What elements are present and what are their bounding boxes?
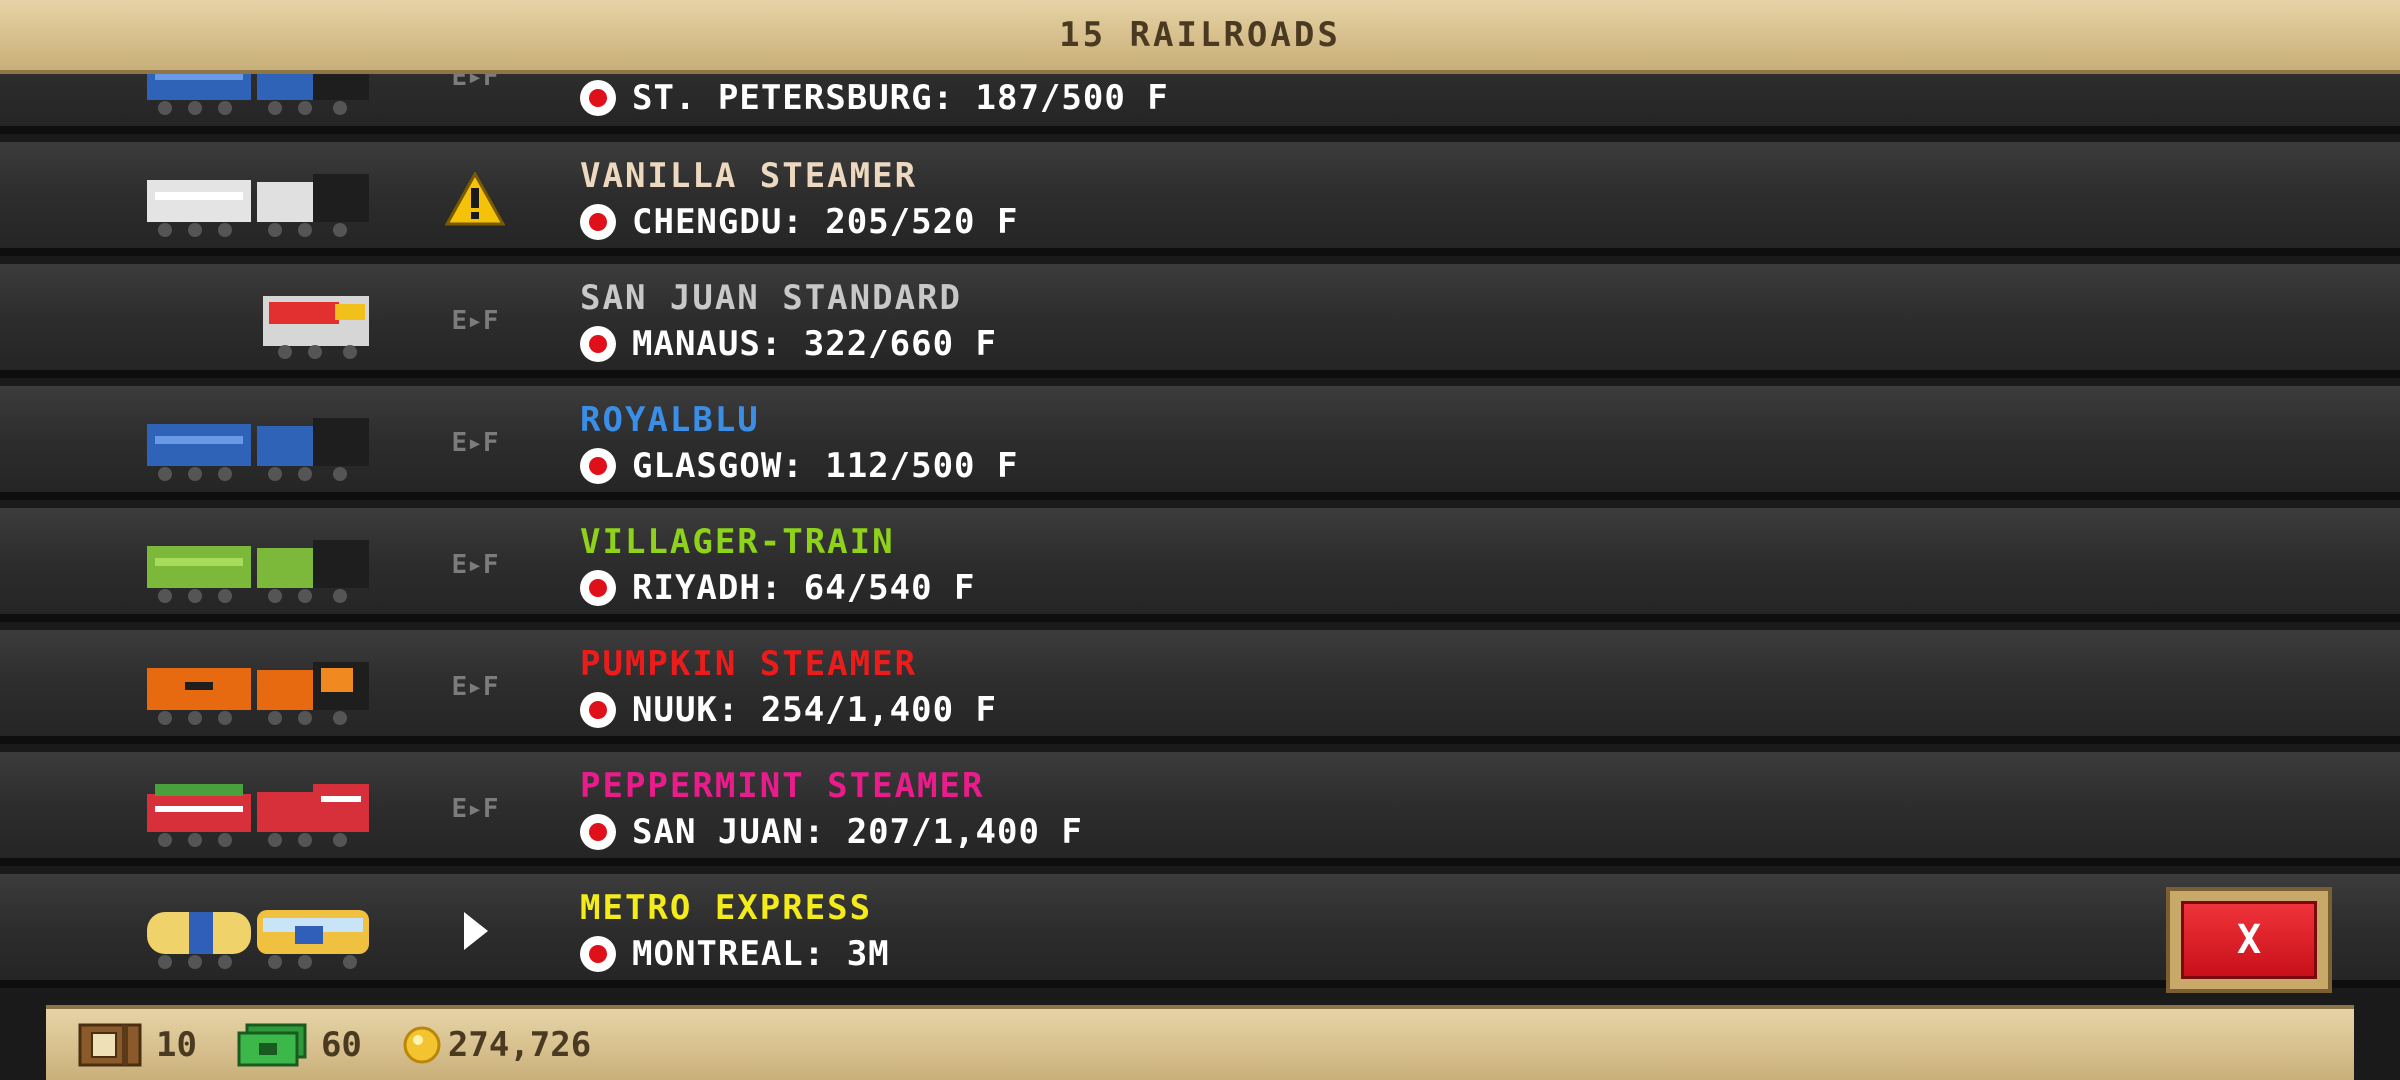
- destination-pin-icon: [580, 570, 616, 606]
- train-name: PUMPKIN STEAMER: [580, 644, 918, 684]
- destination-text: MANAUS: 322/660 F: [632, 324, 997, 364]
- cash-stat[interactable]: 60: [237, 1023, 362, 1067]
- fuel-status-icon: E▸F: [451, 672, 499, 702]
- destination-text: SAN JUAN: 207/1,400 F: [632, 812, 1083, 852]
- footer-bar: 10 60 274,726: [46, 1005, 2354, 1080]
- train-peppermint-steam-icon: [147, 784, 369, 847]
- coins-count: 274,726: [447, 1024, 592, 1065]
- destination-pin-icon: [580, 204, 616, 240]
- train-name: PEPPERMINT STEAMER: [580, 766, 985, 806]
- crates-count: 10: [156, 1024, 197, 1065]
- destination-text: ST. PETERSBURG: 187/500 F: [632, 78, 1169, 118]
- cash-count: 60: [320, 1024, 362, 1065]
- railroad-row[interactable]: E▸F PUMPKIN STEAMER NUUK: 254/1,400 F: [0, 630, 2400, 744]
- train-metro-express-icon: [147, 910, 369, 969]
- train-green-steam-icon: [147, 540, 369, 603]
- train-name: SAN JUAN STANDARD: [580, 278, 962, 318]
- railroad-row[interactable]: E▸F PEPPERMINT STEAMER SAN JUAN: 207/1,4…: [0, 752, 2400, 866]
- railroad-list[interactable]: E▸F ST. PETERSBURG: 187/500 F VANILLA ST…: [0, 0, 2400, 1005]
- destination-pin-icon: [580, 448, 616, 484]
- fuel-status-icon: E▸F: [451, 794, 499, 824]
- destination-pin-icon: [580, 692, 616, 728]
- crate-icon: [78, 1023, 142, 1066]
- destination-text: RIYADH: 64/540 F: [632, 568, 976, 608]
- railroad-row[interactable]: E▸F SAN JUAN STANDARD MANAUS: 322/660 F: [0, 264, 2400, 378]
- page-title: 15 RAILROADS: [1059, 15, 1341, 55]
- railroad-row[interactable]: METRO EXPRESS MONTREAL: 3M: [0, 874, 2400, 988]
- close-button[interactable]: X: [2166, 887, 2332, 993]
- crates-stat[interactable]: 10: [78, 1023, 197, 1067]
- destination-text: CHENGDU: 205/520 F: [632, 202, 1019, 242]
- fuel-status-icon: E▸F: [451, 550, 499, 580]
- warning-icon: [440, 172, 510, 226]
- train-name: ROYALBLU: [580, 400, 760, 440]
- railroad-row[interactable]: VANILLA STEAMER CHENGDU: 205/520 F: [0, 142, 2400, 256]
- fuel-status-icon: E▸F: [451, 428, 499, 458]
- destination-pin-icon: [580, 80, 616, 116]
- fuel-status-icon: E▸F: [451, 306, 499, 336]
- train-name: VANILLA STEAMER: [580, 156, 918, 196]
- destination-text: NUUK: 254/1,400 F: [632, 690, 997, 730]
- train-vanilla-steam-icon: [147, 174, 369, 237]
- header-bar: 15 RAILROADS: [0, 0, 2400, 74]
- destination-text: MONTREAL: 3M: [632, 934, 890, 974]
- train-royal-blue-steam-icon: [147, 418, 369, 481]
- coin-icon: [403, 1026, 441, 1063]
- close-icon[interactable]: X: [2181, 901, 2317, 979]
- coins-stat[interactable]: 274,726: [402, 1025, 591, 1065]
- destination-pin-icon: [580, 326, 616, 362]
- cash-icon: [237, 1023, 307, 1066]
- destination-pin-icon: [580, 936, 616, 972]
- train-pumpkin-steam-icon: [147, 662, 369, 725]
- destination-text: GLASGOW: 112/500 F: [632, 446, 1019, 486]
- railroad-row[interactable]: E▸F ROYALBLU GLASGOW: 112/500 F: [0, 386, 2400, 500]
- train-name: VILLAGER-TRAIN: [580, 522, 895, 562]
- train-san-juan-diesel-icon: [263, 296, 369, 359]
- railroad-row[interactable]: E▸F VILLAGER-TRAIN RIYADH: 64/540 F: [0, 508, 2400, 622]
- train-name: METRO EXPRESS: [580, 888, 873, 928]
- play-icon[interactable]: [440, 906, 510, 956]
- destination-pin-icon: [580, 814, 616, 850]
